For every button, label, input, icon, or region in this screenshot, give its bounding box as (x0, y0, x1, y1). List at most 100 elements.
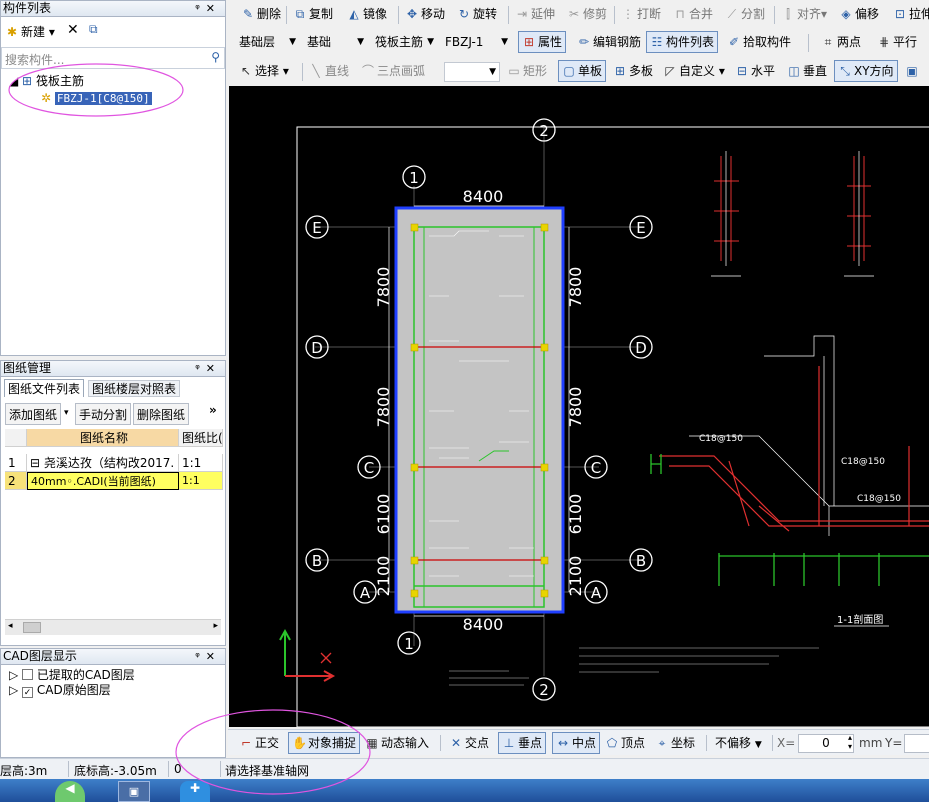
edit-rebar-button[interactable]: ✏ 编辑钢筋 (574, 31, 644, 53)
vertex-button[interactable]: ⬠ 顶点 (602, 732, 648, 754)
col-header-name[interactable]: 图纸名称 (27, 429, 179, 447)
midpoint-button[interactable]: ↔ 中点 (552, 732, 601, 754)
scroll-left-icon[interactable]: ◂ (8, 621, 13, 631)
pin-close-icons[interactable]: ᵠ✕ (195, 649, 221, 664)
scroll-right-icon[interactable]: ▸ (213, 621, 218, 631)
two-point-button[interactable]: ⌗ 两点 (818, 31, 864, 53)
rebar-label: C18@150 (841, 457, 885, 467)
coordinate-button[interactable]: ⌖ 坐标 (652, 732, 698, 754)
dim-right: 2100 (566, 556, 585, 597)
dropdown-icon[interactable]: ▾ (64, 408, 69, 418)
base-height: 底标高:-3.05m (74, 764, 157, 778)
row-name[interactable]: 40mm◦.CADI(当前图纸) (27, 472, 179, 490)
item-select[interactable]: FBZJ-1 ▼ (440, 32, 512, 52)
component-list-panel: 构件列表 ᵠ✕ ✱ 新建 ▾ ✕ ⧉ 搜索构件... ⚲ ◢ ⊞ 筏板主筋 ✲ FB… (0, 0, 226, 356)
ucs-icon (279, 628, 336, 682)
layer-extracted[interactable]: ▷ 已提取的CAD图层 (9, 667, 135, 683)
extend-button[interactable]: ⇥ 延伸 (512, 3, 558, 25)
horizontal-scrollbar[interactable]: ◂ ▸ (5, 619, 221, 635)
spinner-icon[interactable]: ▴ ▾ (848, 733, 852, 751)
tree-child[interactable]: ✲ FBZJ-1[C8@150] (41, 90, 152, 107)
more-icon[interactable]: ▣ (902, 60, 924, 82)
horizontal-button[interactable]: ⊟ 水平 (732, 60, 778, 82)
snap-icon: ✋ (292, 736, 307, 750)
pick-component-button[interactable]: ✐ 拾取构件 (724, 31, 794, 53)
tab-floor-map[interactable]: 图纸楼层对照表 (88, 380, 181, 397)
copy-icon: ⧉ (295, 7, 305, 21)
y-input[interactable] (904, 734, 929, 753)
floor-select[interactable]: 基础层 ▼ (234, 32, 300, 52)
stretch-icon: ⊡ (894, 7, 906, 21)
custom-button[interactable]: ◸ 自定义 ▾ (660, 60, 728, 82)
perpendicular-button[interactable]: ⊥ 垂点 (498, 732, 547, 754)
parallel-button[interactable]: ⋕ 平行 (874, 31, 920, 53)
delete-drawing-button[interactable]: 删除图纸 (133, 403, 190, 425)
xy-direction-button[interactable]: ⤡ XY方向 (834, 60, 898, 82)
shape-select[interactable]: ▼ (444, 62, 500, 82)
component-list-button[interactable]: ☷ 构件列表 (646, 31, 719, 53)
merge-button[interactable]: ⊓ 合并 (670, 3, 716, 25)
new-button[interactable]: ✱ 新建 ▾ (5, 22, 55, 42)
col-header-scale[interactable]: 图纸比( (179, 429, 223, 447)
align-button[interactable]: ⫿ 对齐▾ (778, 3, 830, 25)
single-board-button[interactable]: ▢ 单板 (558, 60, 607, 82)
dynamic-input-button[interactable]: ▦ 动态输入 (362, 732, 432, 754)
category-select[interactable]: 基础 ▼ (302, 32, 368, 52)
pin-close-icons[interactable]: ᵠ✕ (195, 1, 221, 16)
app-icon-2[interactable]: ✚ (180, 781, 210, 802)
back-icon[interactable]: ◀ (55, 781, 85, 802)
offset-select[interactable]: 不偏移 ▼ (712, 732, 765, 754)
split-button[interactable]: 手动分割 (75, 403, 132, 425)
checkbox-checked[interactable]: ✓ (22, 687, 34, 698)
axis-label: 1 (409, 169, 419, 187)
layer-original[interactable]: ▷ ✓ CAD原始图层 (9, 682, 111, 698)
multi-board-icon: ⊞ (614, 64, 626, 78)
break-button[interactable]: ⋮ 打断 (618, 3, 664, 25)
line-button[interactable]: ╲ 直线 (306, 60, 352, 82)
app-icon[interactable]: ▣ (118, 781, 150, 802)
trim-button[interactable]: ✂ 修剪 (564, 3, 610, 25)
search-input[interactable]: 搜索构件... ⚲ (1, 47, 225, 69)
chevron-down-icon: ▼ (357, 37, 364, 47)
type-select[interactable]: 筏板主筋 ▼ (370, 32, 438, 52)
copy-button[interactable]: ⧉ 复制 (290, 3, 336, 25)
delete-button[interactable]: ✎ 删除 (238, 3, 284, 25)
rotate-button[interactable]: ↻ 旋转 (454, 3, 500, 25)
split-button[interactable]: ⟋ 分割 (722, 3, 768, 25)
row-scale[interactable]: 1:1 (179, 472, 223, 490)
select-button[interactable]: ↖ 选择 ▾ (236, 60, 292, 82)
axis-label: D (311, 339, 323, 357)
search-icon[interactable]: ⚲ (211, 50, 220, 64)
tab-file-list[interactable]: 图纸文件列表 (4, 379, 85, 397)
copy-icon[interactable]: ⧉ (89, 22, 98, 37)
scroll-thumb[interactable] (23, 622, 41, 633)
pin-close-icons[interactable]: ᵠ✕ (195, 361, 221, 376)
properties-button[interactable]: ⊞ 属性 (518, 31, 567, 53)
tree-root[interactable]: ◢ ⊞ 筏板主筋 (9, 73, 84, 89)
stretch-button[interactable]: ⊡ 拉伸 (890, 3, 929, 25)
axis-label: E (312, 219, 321, 237)
offset-button[interactable]: ◈ 偏移 (836, 3, 882, 25)
delete-icon[interactable]: ✕ (67, 22, 79, 38)
checkbox[interactable] (22, 669, 34, 680)
more-button[interactable]: » (209, 403, 217, 417)
intersection-button[interactable]: ✕ 交点 (446, 732, 492, 754)
vertical-button[interactable]: ◫ 垂直 (784, 60, 830, 82)
object-snap-button[interactable]: ✋对象捕捉 (288, 732, 361, 754)
dim-left: 7800 (374, 387, 393, 428)
row-scale[interactable]: 1:1 (179, 454, 223, 472)
rect-button[interactable]: ▭ 矩形 (504, 60, 550, 82)
cad-canvas[interactable]: 2 1 E E D D C C B B A A 1 2 8400 8400 7800 78… (229, 86, 929, 727)
section-title: 1-1剖面图 (837, 613, 883, 626)
add-drawing-button[interactable]: 添加图纸 (5, 403, 62, 425)
mirror-button[interactable]: ◭ 镜像 (344, 3, 390, 25)
merge-icon: ⊓ (675, 7, 685, 21)
row-name[interactable]: ⊟ 尧溪达孜（结构改2017. (27, 454, 179, 472)
ortho-button[interactable]: ⌐ 正交 (236, 732, 282, 754)
arc-button[interactable]: ⌒ 三点画弧 (358, 60, 428, 82)
pick-icon: ✐ (728, 35, 740, 49)
move-button[interactable]: ✥ 移动 (402, 3, 448, 25)
perpendicular-icon: ⊥ (503, 736, 515, 750)
x-input[interactable]: 0 ▴ ▾ (798, 733, 854, 753)
multi-board-button[interactable]: ⊞ 多板 (610, 60, 656, 82)
